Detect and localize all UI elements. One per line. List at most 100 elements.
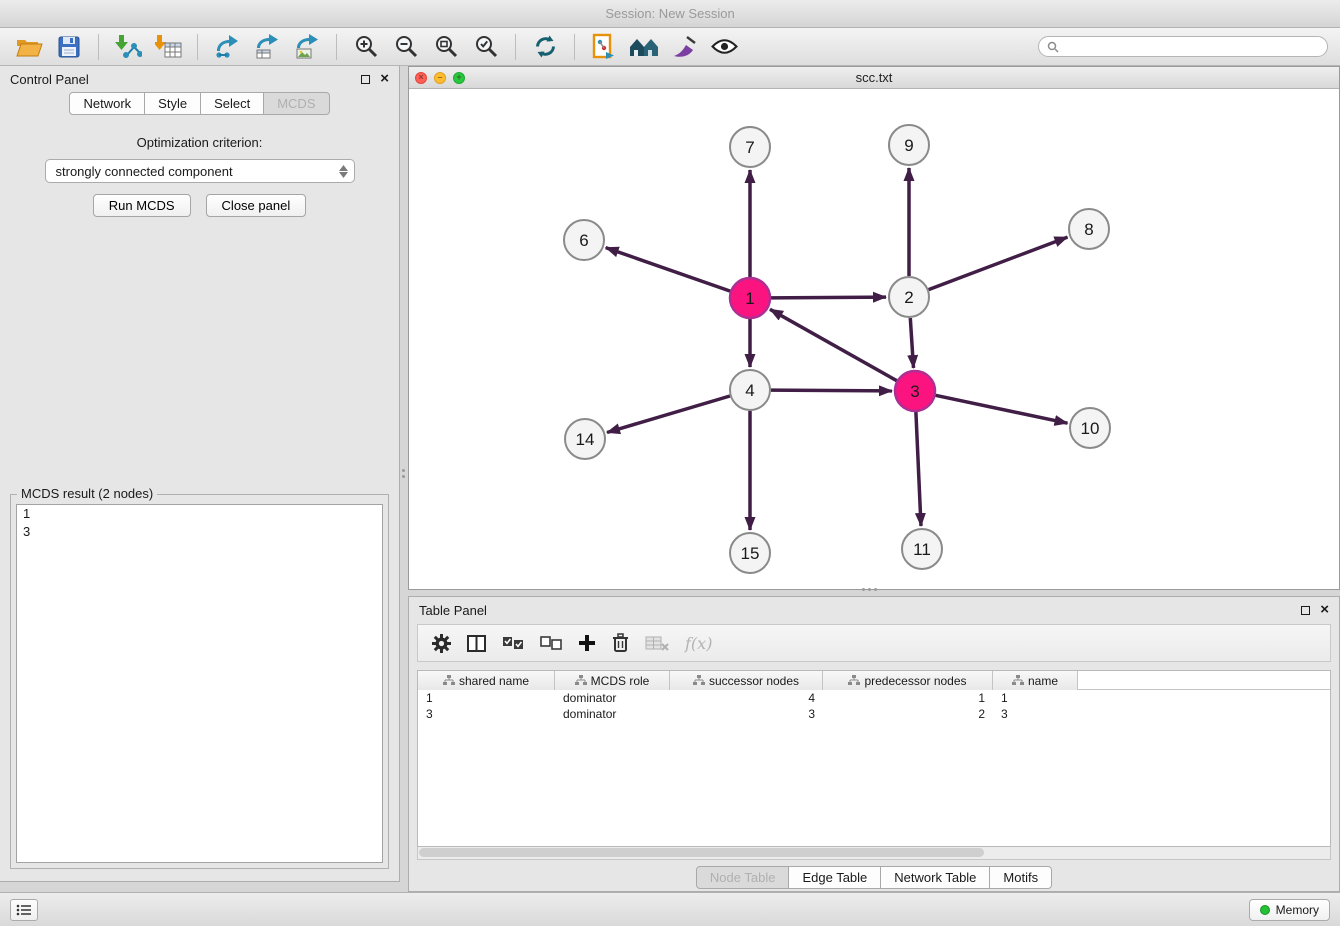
table-cell: dominator xyxy=(555,706,670,722)
search-box[interactable] xyxy=(1038,36,1328,57)
column-header-shared-name[interactable]: shared name xyxy=(418,671,555,690)
close-panel-icon[interactable]: × xyxy=(1320,605,1329,615)
zoom-in-button[interactable] xyxy=(349,32,383,62)
home-network-button[interactable] xyxy=(627,32,661,62)
table-horizontal-scrollbar[interactable] xyxy=(417,847,1331,860)
hierarchy-icon xyxy=(443,675,455,686)
create-column-button[interactable] xyxy=(578,628,596,658)
edge-3-1[interactable] xyxy=(770,309,897,380)
node-15[interactable]: 15 xyxy=(730,533,770,573)
tab-mcds[interactable]: MCDS xyxy=(263,92,329,115)
column-header-MCDS-role[interactable]: MCDS role xyxy=(555,671,670,690)
edge-3-10[interactable] xyxy=(936,395,1068,423)
apply-layout-button[interactable] xyxy=(528,32,562,62)
svg-text:15: 15 xyxy=(741,544,760,563)
table-cell: 2 xyxy=(823,706,993,722)
search-input[interactable] xyxy=(1064,40,1319,54)
mcds-result-item[interactable]: 1 xyxy=(17,505,382,523)
deselect-all-rows-button[interactable] xyxy=(540,628,562,658)
table-row[interactable]: 3dominator323 xyxy=(418,706,1330,722)
node-10[interactable]: 10 xyxy=(1070,408,1110,448)
task-history-button[interactable] xyxy=(10,899,38,921)
node-11[interactable]: 11 xyxy=(902,529,942,569)
tab-network-table[interactable]: Network Table xyxy=(880,866,990,889)
optimization-criterion-select[interactable]: strongly connected component xyxy=(45,159,355,183)
node-4[interactable]: 4 xyxy=(730,370,770,410)
delete-table-button[interactable] xyxy=(645,628,669,658)
import-table-button[interactable] xyxy=(151,32,185,62)
panel-splitter[interactable] xyxy=(401,460,406,486)
zoom-selected-button[interactable] xyxy=(469,32,503,62)
edge-4-3[interactable] xyxy=(771,390,892,391)
zoom-fit-button[interactable] xyxy=(429,32,463,62)
node-7[interactable]: 7 xyxy=(730,127,770,167)
mcds-result-item[interactable]: 3 xyxy=(17,523,382,541)
tab-motifs[interactable]: Motifs xyxy=(989,866,1052,889)
node-8[interactable]: 8 xyxy=(1069,209,1109,249)
node-3[interactable]: 3 xyxy=(895,371,935,411)
edge-3-11[interactable] xyxy=(916,412,921,526)
import-network-button[interactable] xyxy=(111,32,145,62)
network-arrow-icon xyxy=(214,34,240,59)
tab-style[interactable]: Style xyxy=(144,92,201,115)
network-canvas[interactable]: 7 9 6 8 1 2 4 3 14 10 15 11 xyxy=(409,89,1339,589)
edge-2-3[interactable] xyxy=(910,318,913,368)
float-panel-icon[interactable] xyxy=(1301,606,1310,615)
edge-2-8[interactable] xyxy=(929,237,1068,290)
node-table: shared nameMCDS rolesuccessor nodesprede… xyxy=(417,670,1331,847)
window-resize-handle[interactable] xyxy=(860,587,878,592)
column-header-predecessor-nodes[interactable]: predecessor nodes xyxy=(823,671,993,690)
edge-1-6[interactable] xyxy=(606,248,731,292)
tab-select[interactable]: Select xyxy=(200,92,264,115)
toolbar-separator xyxy=(197,34,198,60)
edge-4-14[interactable] xyxy=(607,396,730,433)
maximize-window-icon[interactable]: + xyxy=(453,72,465,84)
svg-text:6: 6 xyxy=(579,231,588,250)
node-14[interactable]: 14 xyxy=(565,419,605,459)
trash-icon xyxy=(612,633,629,653)
save-session-button[interactable] xyxy=(52,32,86,62)
tab-edge-table[interactable]: Edge Table xyxy=(788,866,881,889)
node-2[interactable]: 2 xyxy=(889,277,929,317)
node-9[interactable]: 9 xyxy=(889,125,929,165)
svg-text:1: 1 xyxy=(745,289,754,308)
new-network-from-selection-button[interactable] xyxy=(210,32,244,62)
list-icon xyxy=(16,904,32,916)
tab-node-table[interactable]: Node Table xyxy=(696,866,790,889)
float-panel-icon[interactable] xyxy=(361,75,370,84)
edge-1-2[interactable] xyxy=(771,297,886,298)
function-builder-button[interactable]: f(x) xyxy=(685,628,712,658)
main-toolbar xyxy=(0,28,1340,66)
column-header-successor-nodes[interactable]: successor nodes xyxy=(670,671,823,690)
close-panel-button[interactable]: Close panel xyxy=(206,194,307,217)
minimize-window-icon[interactable]: – xyxy=(434,72,446,84)
node-1[interactable]: 1 xyxy=(730,278,770,318)
node-6[interactable]: 6 xyxy=(564,220,604,260)
open-session-button[interactable] xyxy=(12,32,46,62)
network-report-button[interactable] xyxy=(587,32,621,62)
table-cell: 3 xyxy=(993,706,1078,722)
show-columns-button[interactable] xyxy=(467,628,486,658)
home-icon xyxy=(628,36,660,58)
mcds-result-list[interactable]: 13 xyxy=(16,504,383,863)
select-all-rows-button[interactable] xyxy=(502,628,524,658)
close-window-icon[interactable]: × xyxy=(415,72,427,84)
table-settings-button[interactable] xyxy=(432,628,451,658)
delete-column-button[interactable] xyxy=(612,628,629,658)
zoom-out-button[interactable] xyxy=(389,32,423,62)
show-hide-panel-button[interactable] xyxy=(707,32,741,62)
zoom-selected-icon xyxy=(474,34,499,59)
apply-style-button[interactable] xyxy=(667,32,701,62)
tab-network[interactable]: Network xyxy=(69,92,145,115)
export-table-button[interactable] xyxy=(250,32,284,62)
close-panel-icon[interactable]: × xyxy=(380,74,389,84)
table-row[interactable]: 1dominator411 xyxy=(418,690,1330,706)
svg-text:10: 10 xyxy=(1081,419,1100,438)
zoom-in-icon xyxy=(354,34,379,59)
svg-text:9: 9 xyxy=(904,136,913,155)
column-header-name[interactable]: name xyxy=(993,671,1078,690)
run-mcds-button[interactable]: Run MCDS xyxy=(93,194,191,217)
control-panel-header: Control Panel × xyxy=(0,66,399,92)
export-image-button[interactable] xyxy=(290,32,324,62)
memory-button[interactable]: Memory xyxy=(1249,899,1330,921)
